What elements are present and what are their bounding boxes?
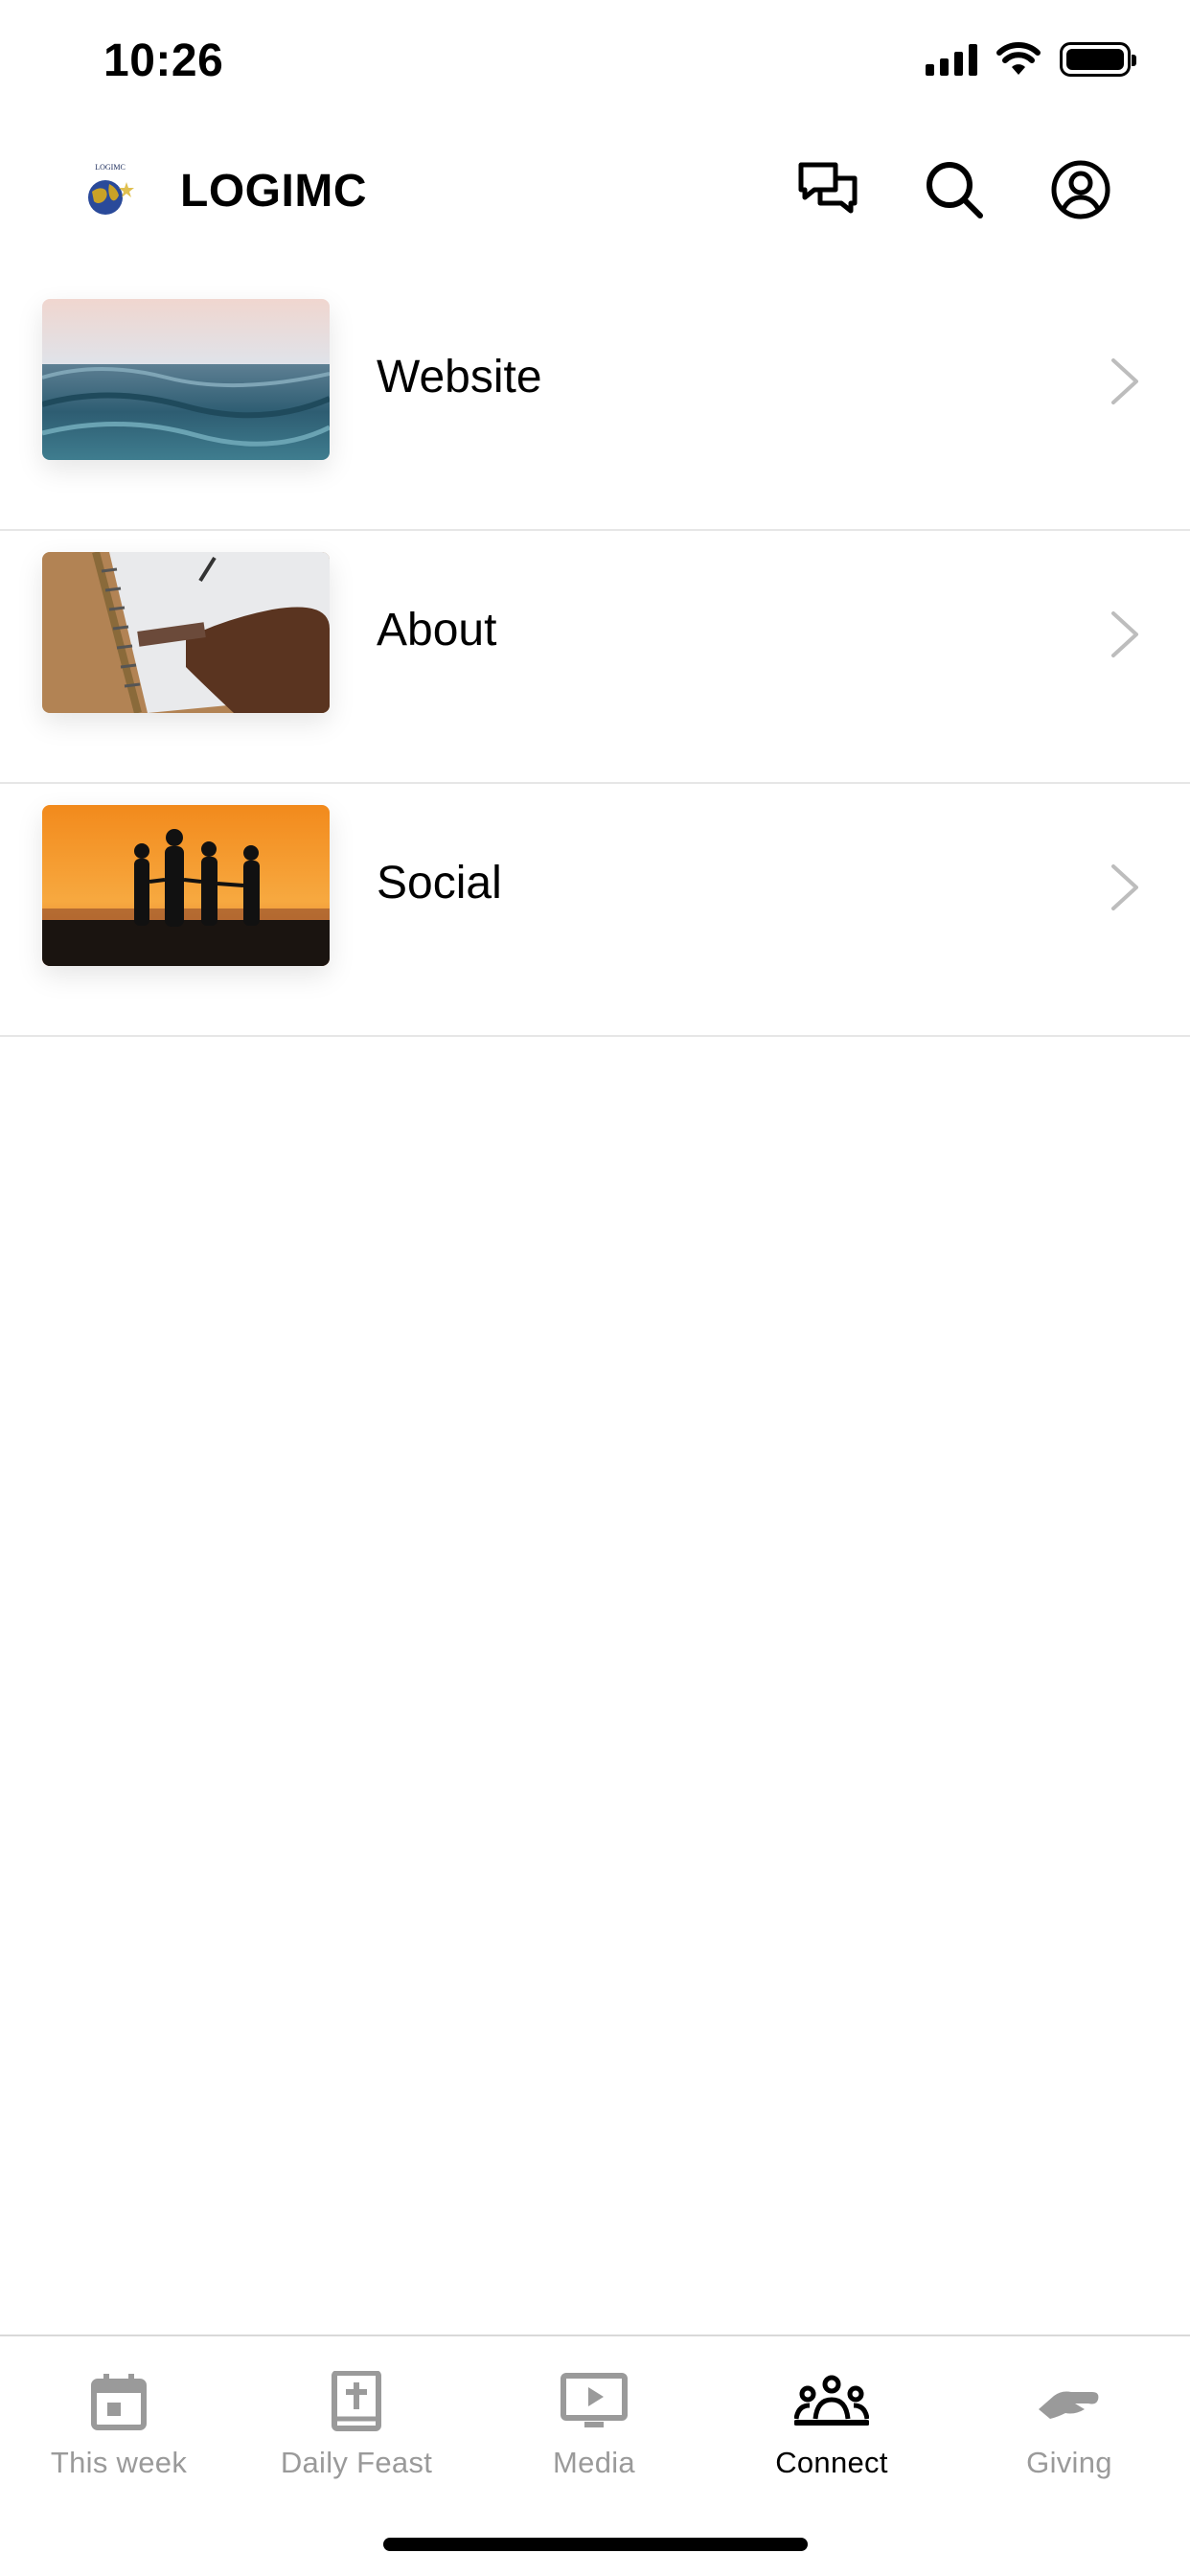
chat-button[interactable] [795, 157, 860, 222]
list-item-about[interactable]: About [0, 531, 1190, 784]
chevron-right-icon [1111, 358, 1138, 404]
app-logo[interactable]: LOGIMC [80, 161, 140, 220]
tab-label: Connect [775, 2446, 888, 2479]
tab-this-week[interactable]: This week [0, 2354, 238, 2507]
app-title: LOGIMC [180, 166, 367, 217]
profile-button[interactable] [1048, 157, 1113, 222]
tab-giving[interactable]: Giving [950, 2354, 1188, 2507]
list-item-website[interactable]: Website [0, 278, 1190, 531]
battery-icon [1060, 42, 1136, 77]
app-header: LOGIMC LOGIMC [0, 144, 1190, 236]
ocean-waves-thumbnail [42, 299, 330, 460]
cellular-signal-icon [926, 43, 977, 76]
home-indicator[interactable] [383, 2538, 808, 2551]
tab-label: Daily Feast [280, 2446, 433, 2479]
notebook-writing-thumbnail [42, 552, 330, 713]
status-bar: 10:26 [0, 0, 1190, 125]
chevron-right-icon [1111, 864, 1138, 910]
bible-icon [318, 2363, 395, 2440]
status-icons [926, 42, 1136, 77]
chevron-right-icon [1111, 611, 1138, 657]
list-item-label: Website [377, 352, 542, 402]
tab-label: Media [553, 2446, 635, 2479]
list-item-label: About [377, 605, 497, 656]
wifi-icon [996, 42, 1041, 75]
calendar-icon [80, 2363, 157, 2440]
profile-icon [1051, 160, 1110, 219]
connect-list: Website About Social [0, 278, 1190, 1037]
status-time: 10:26 [103, 35, 224, 86]
tab-daily-feast[interactable]: Daily Feast [238, 2354, 475, 2507]
tab-label: This week [50, 2446, 188, 2479]
chat-icon [798, 162, 858, 214]
search-icon [927, 162, 983, 218]
play-screen-icon [556, 2363, 632, 2440]
sunset-silhouettes-thumbnail [42, 805, 330, 966]
tab-label: Giving [1026, 2446, 1112, 2479]
logo-text: LOGIMC [95, 163, 126, 172]
people-group-icon [793, 2363, 870, 2440]
tab-media[interactable]: Media [475, 2354, 713, 2507]
tab-connect[interactable]: Connect [713, 2354, 950, 2507]
search-button[interactable] [922, 157, 987, 222]
list-item-label: Social [377, 858, 502, 908]
list-item-social[interactable]: Social [0, 784, 1190, 1037]
giving-hand-icon [1031, 2363, 1108, 2440]
